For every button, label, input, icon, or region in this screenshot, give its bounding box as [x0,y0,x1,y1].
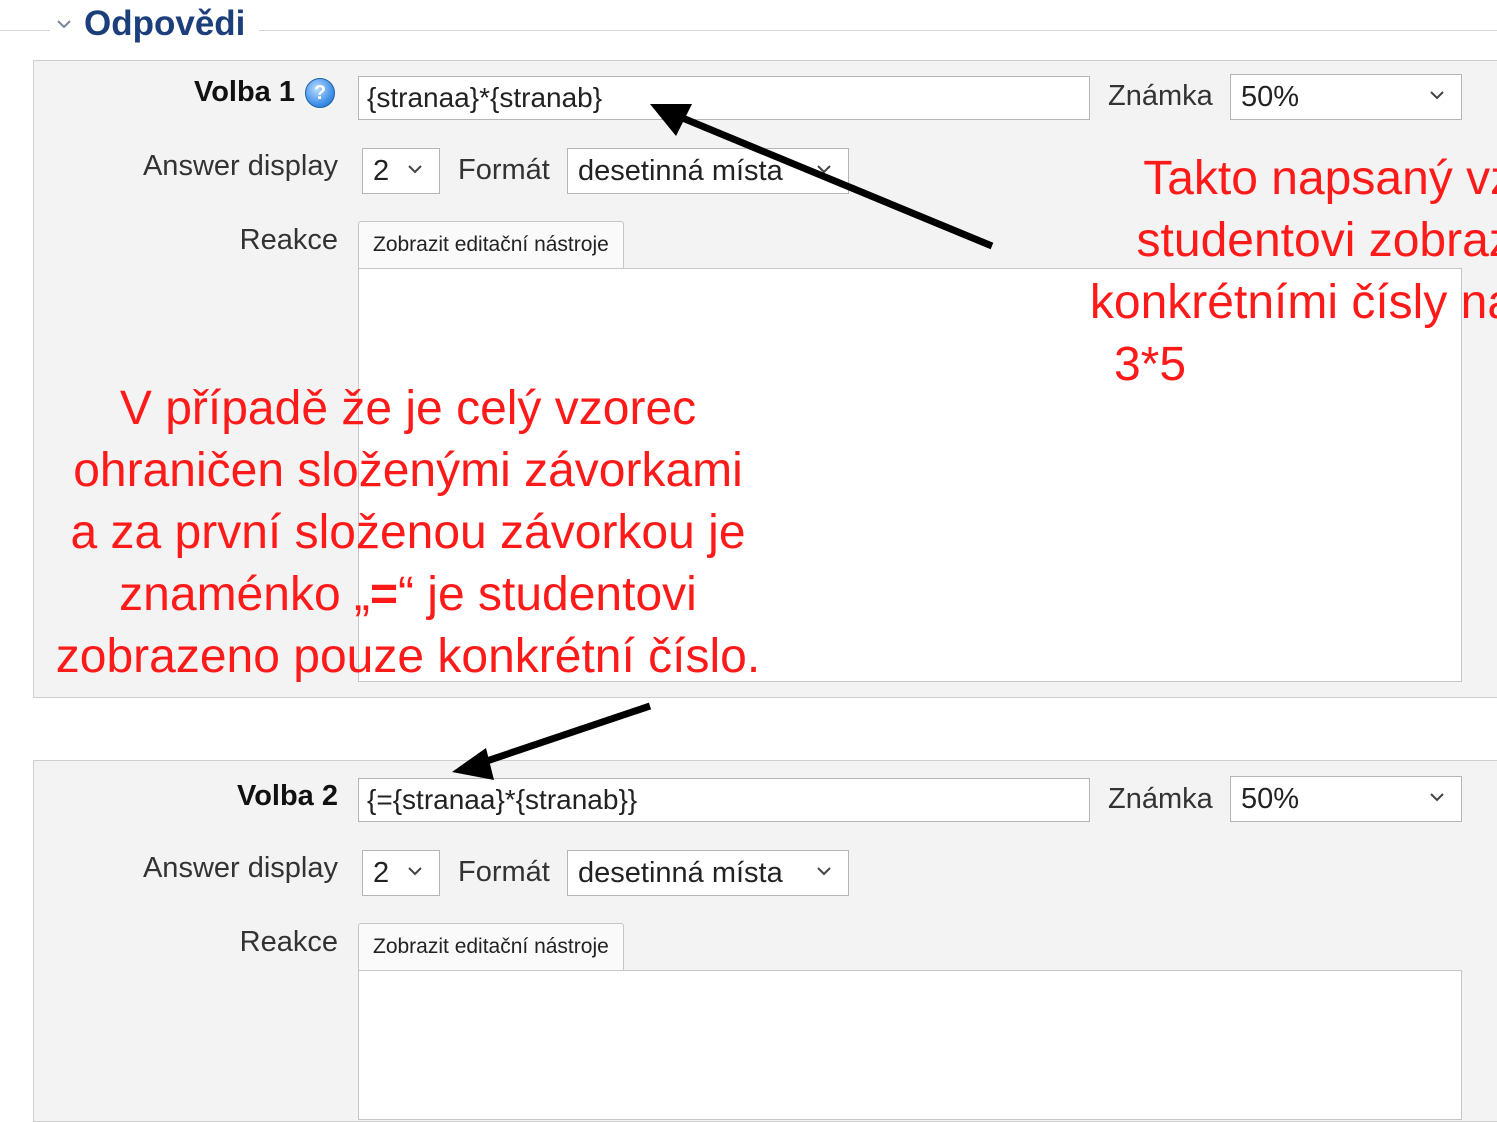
arrow-icon [470,702,652,770]
arrow-head-icon [452,748,494,780]
annotation-arrows [452,104,994,780]
arrow-icon [666,108,994,250]
